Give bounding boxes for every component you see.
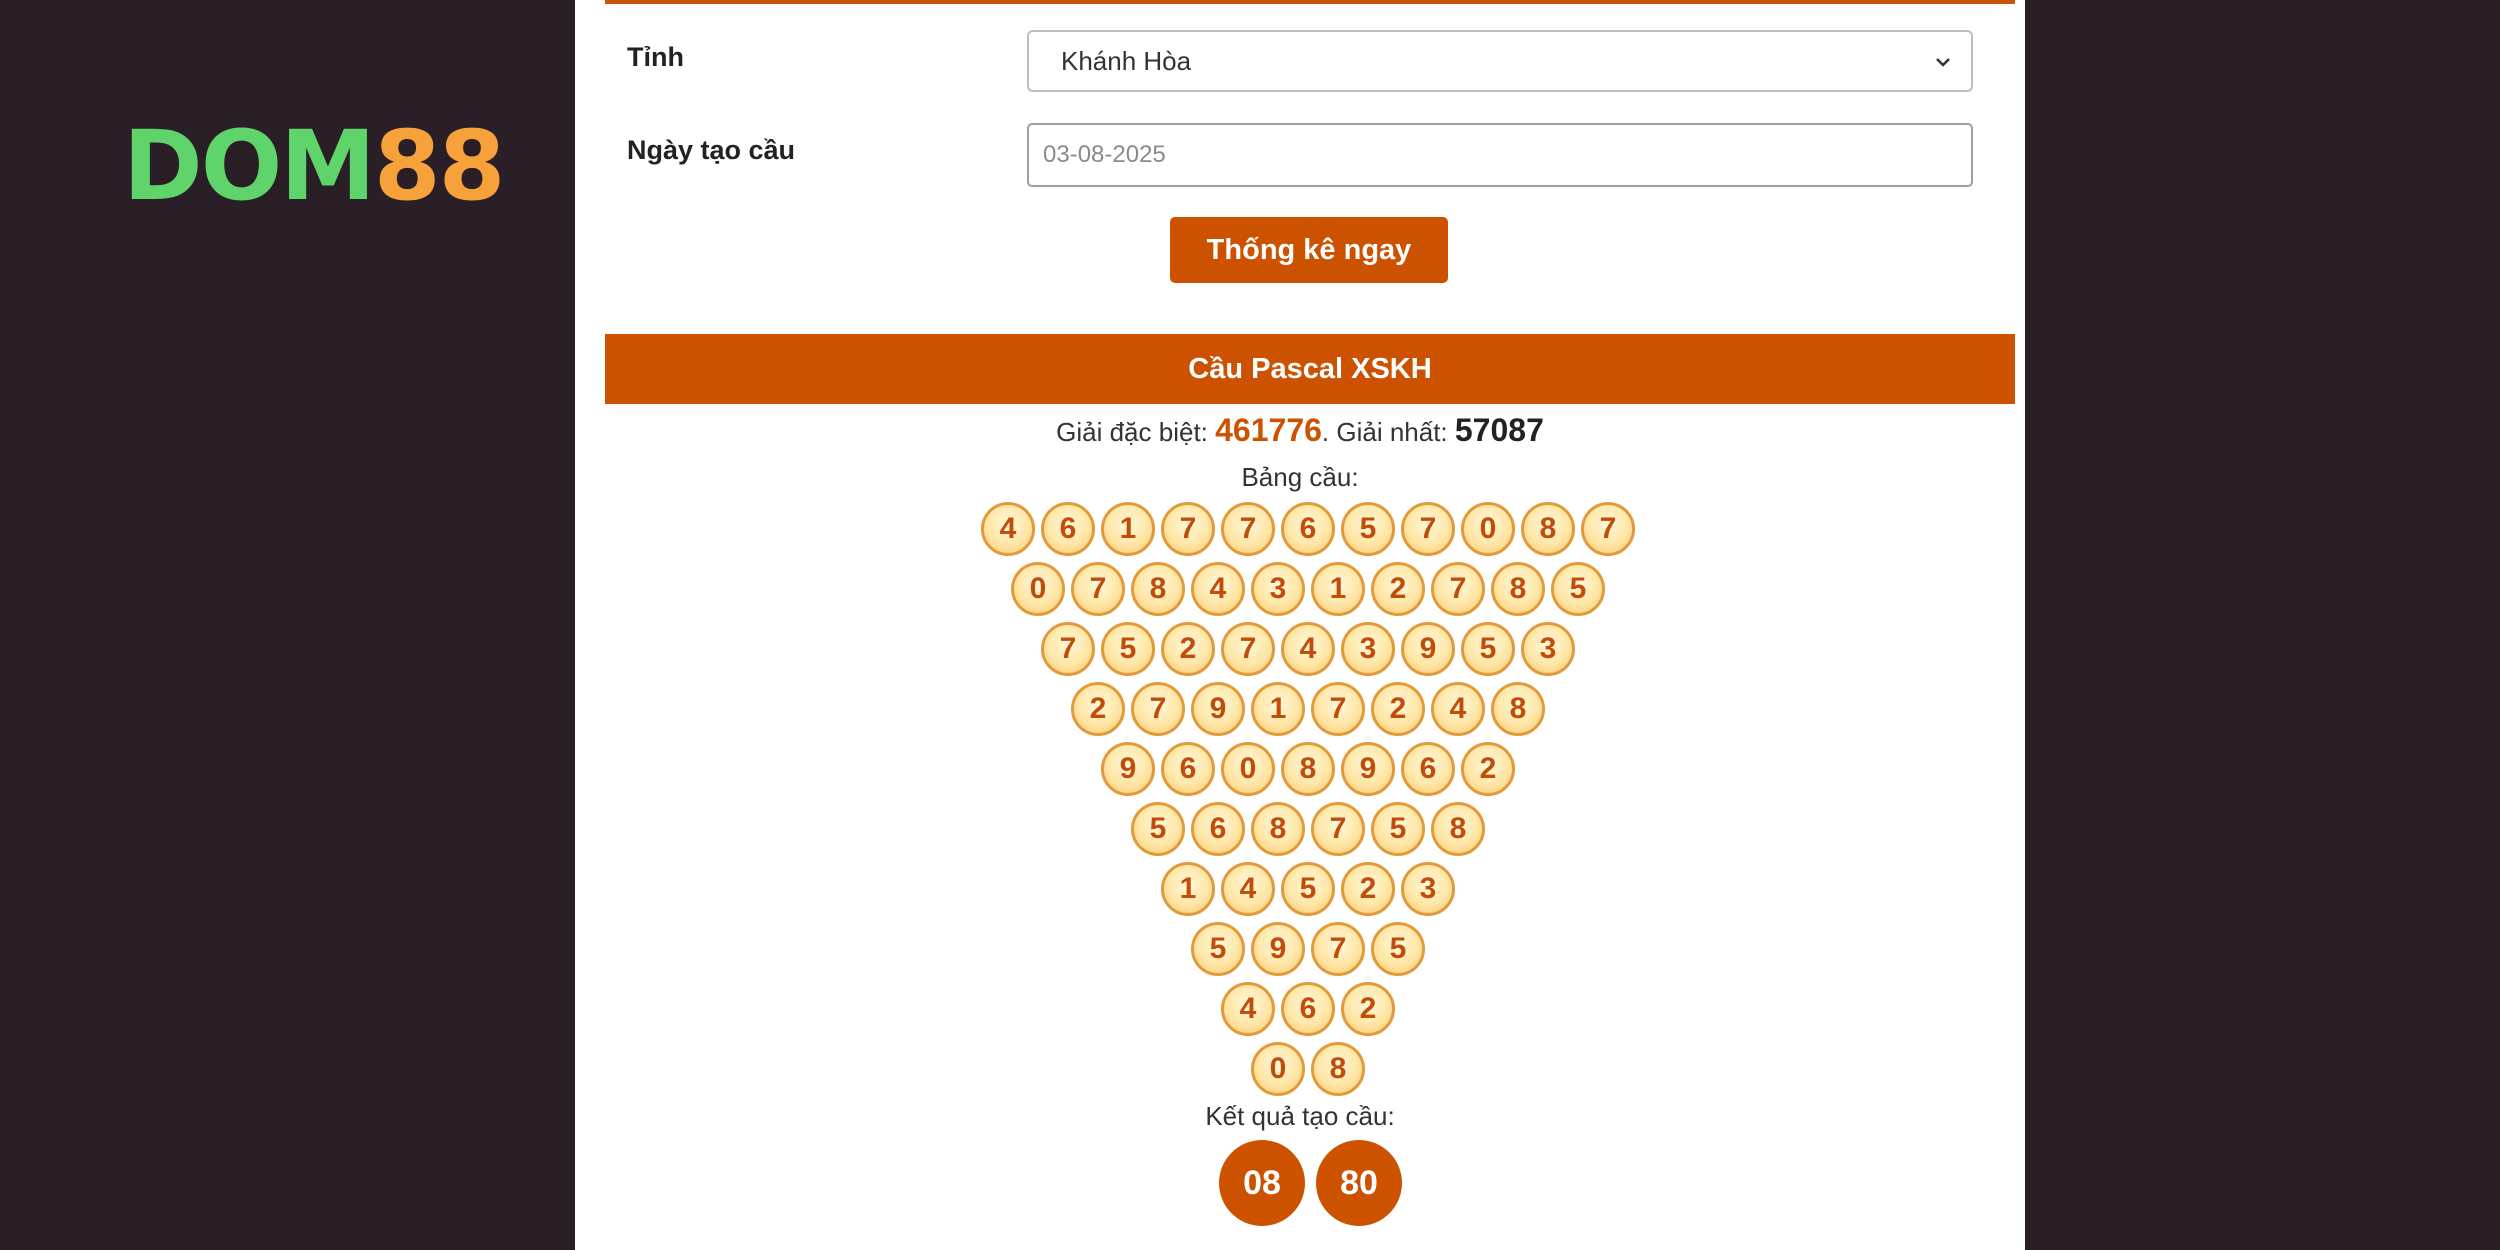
chevron-down-icon: [1936, 58, 1950, 67]
pascal-ball: 1: [1161, 862, 1215, 916]
pascal-ball: 2: [1371, 682, 1425, 736]
pascal-ball: 7: [1221, 502, 1275, 556]
pascal-ball: 6: [1401, 742, 1455, 796]
pascal-ball: 7: [1401, 502, 1455, 556]
result-ball: 08: [1219, 1140, 1305, 1226]
pascal-ball: 7: [1071, 562, 1125, 616]
pascal-ball: 7: [1311, 922, 1365, 976]
pascal-ball: 7: [1041, 622, 1095, 676]
pascal-ball: 7: [1161, 502, 1215, 556]
pascal-ball: 3: [1521, 622, 1575, 676]
section-title: Cầu Pascal XSKH: [605, 334, 2015, 404]
pascal-ball: 6: [1161, 742, 1215, 796]
province-select[interactable]: Khánh Hòa: [1027, 30, 1973, 92]
pascal-ball: 9: [1191, 682, 1245, 736]
pascal-ball: 1: [1101, 502, 1155, 556]
pascal-ball: 2: [1341, 982, 1395, 1036]
pascal-ball: 4: [1221, 862, 1275, 916]
pascal-ball: 8: [1311, 1042, 1365, 1096]
pascal-ball: 8: [1281, 742, 1335, 796]
pascal-table: 4617765708707843127857527439532791724896…: [575, 0, 2025, 1250]
date-input[interactable]: [1027, 123, 1973, 187]
pascal-ball: 5: [1551, 562, 1605, 616]
pascal-ball: 6: [1281, 982, 1335, 1036]
pascal-ball: 8: [1431, 802, 1485, 856]
main-panel: Tỉnh Khánh Hòa Ngày tạo cầu Thống kê nga…: [575, 0, 2025, 1250]
result-label: Kết quả tạo cầu:: [1205, 1101, 1395, 1131]
pascal-ball: 6: [1041, 502, 1095, 556]
submit-button[interactable]: Thống kê ngay: [1170, 217, 1448, 283]
pascal-ball: 9: [1401, 622, 1455, 676]
pascal-ball: 2: [1371, 562, 1425, 616]
pascal-ball: 5: [1191, 922, 1245, 976]
pascal-ball: 9: [1341, 742, 1395, 796]
province-label: Tỉnh: [627, 42, 684, 72]
first-prize-label: . Giải nhất:: [1321, 417, 1448, 447]
pascal-ball: 5: [1371, 922, 1425, 976]
pascal-ball: 7: [1311, 802, 1365, 856]
special-prize-label: Giải đặc biệt:: [1056, 417, 1208, 447]
pascal-ball: 0: [1221, 742, 1275, 796]
pascal-ball: 1: [1251, 682, 1305, 736]
site-logo: DOM88: [123, 118, 505, 214]
pascal-ball: 4: [1221, 982, 1275, 1036]
pascal-ball: 4: [1281, 622, 1335, 676]
pascal-ball: 5: [1101, 622, 1155, 676]
first-prize-value: 57087: [1454, 412, 1544, 448]
special-prize-value: 461776: [1215, 412, 1322, 448]
pascal-ball: 0: [1461, 502, 1515, 556]
pascal-ball: 5: [1461, 622, 1515, 676]
pascal-ball: 2: [1341, 862, 1395, 916]
pascal-ball: 9: [1251, 922, 1305, 976]
pascal-ball: 1: [1311, 562, 1365, 616]
pascal-ball: 7: [1221, 622, 1275, 676]
pascal-ball: 5: [1131, 802, 1185, 856]
pascal-ball: 4: [981, 502, 1035, 556]
pascal-ball: 0: [1011, 562, 1065, 616]
pascal-ball: 8: [1491, 562, 1545, 616]
pascal-ball: 3: [1401, 862, 1455, 916]
pascal-ball: 3: [1251, 562, 1305, 616]
pascal-ball: 2: [1071, 682, 1125, 736]
pascal-ball: 4: [1191, 562, 1245, 616]
pascal-ball: 7: [1431, 562, 1485, 616]
province-select-value: Khánh Hòa: [1061, 45, 1192, 76]
pascal-ball: 9: [1101, 742, 1155, 796]
logo-text-88: 88: [373, 110, 506, 222]
pascal-ball: 5: [1341, 502, 1395, 556]
date-label: Ngày tạo cầu: [627, 135, 796, 165]
pascal-ball: 3: [1341, 622, 1395, 676]
result-ball: 80: [1316, 1140, 1402, 1226]
pascal-ball: 7: [1581, 502, 1635, 556]
top-divider: [605, 0, 2015, 4]
pascal-ball: 0: [1251, 1042, 1305, 1096]
pascal-ball: 4: [1431, 682, 1485, 736]
table-label: Bảng cầu:: [1241, 462, 1359, 492]
pascal-ball: 2: [1461, 742, 1515, 796]
pascal-ball: 8: [1251, 802, 1305, 856]
pascal-ball: 6: [1191, 802, 1245, 856]
pascal-ball: 7: [1311, 682, 1365, 736]
prize-line: Giải đặc biệt: 461776. Giải nhất: 57087: [575, 412, 2025, 449]
pascal-ball: 8: [1131, 562, 1185, 616]
pascal-ball: 5: [1371, 802, 1425, 856]
pascal-ball: 8: [1521, 502, 1575, 556]
pascal-ball: 6: [1281, 502, 1335, 556]
pascal-ball: 8: [1491, 682, 1545, 736]
pascal-ball: 2: [1161, 622, 1215, 676]
logo-text-dom: DOM: [123, 110, 376, 222]
pascal-ball: 7: [1131, 682, 1185, 736]
pascal-ball: 5: [1281, 862, 1335, 916]
